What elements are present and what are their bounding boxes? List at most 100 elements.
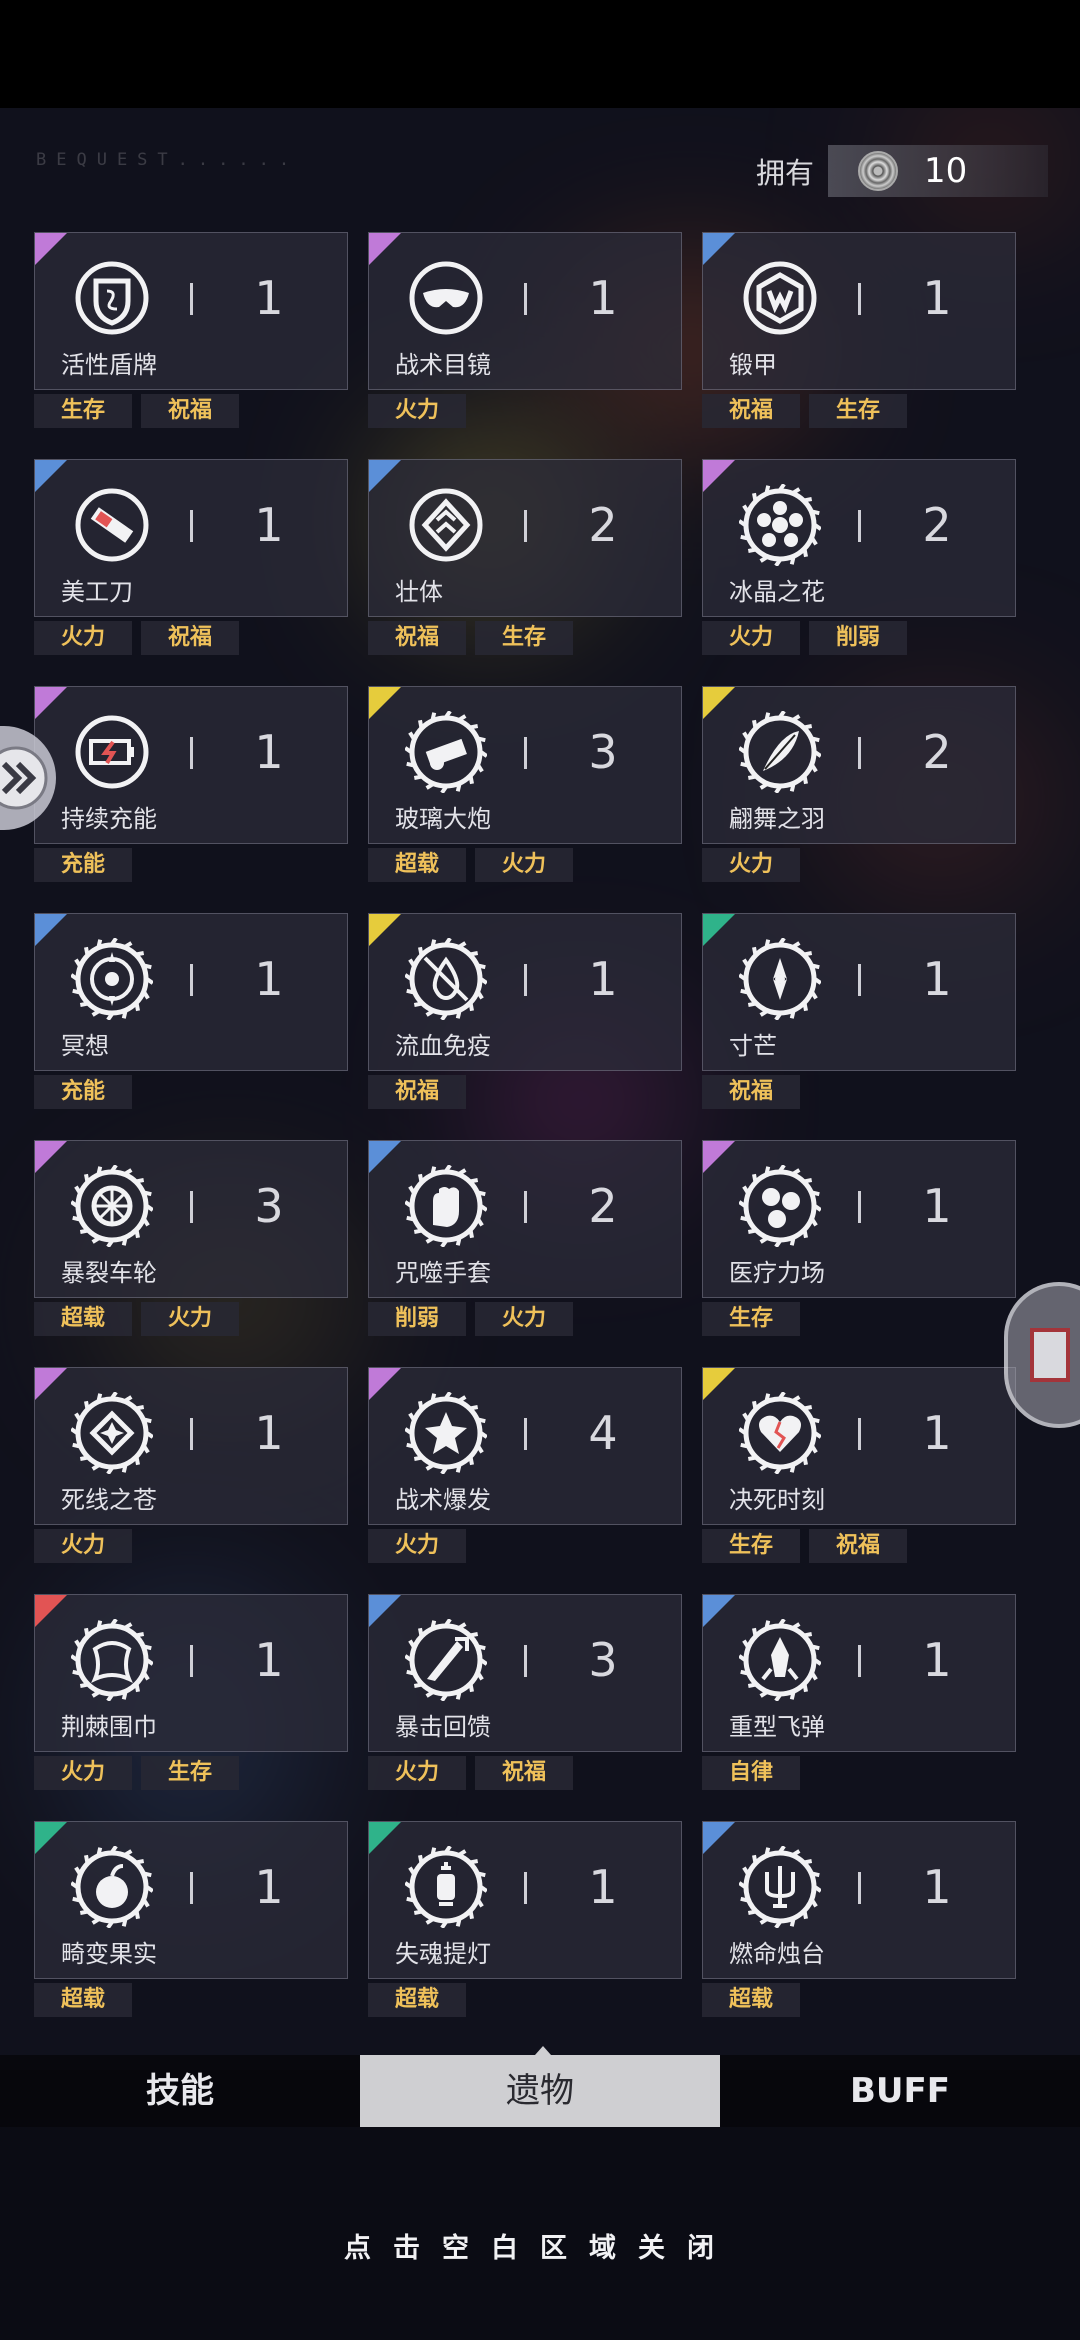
spike-icon	[739, 938, 821, 1020]
relic-card[interactable]: 3 暴击回馈 火力 祝福	[368, 1594, 682, 1790]
relic-card[interactable]: 1 死线之苍 火力	[34, 1367, 348, 1563]
relic-card[interactable]: 1 决死时刻 生存 祝福	[702, 1367, 1016, 1563]
count-divider	[524, 283, 527, 315]
own-label: 拥有	[756, 156, 815, 190]
tab-buff[interactable]: BUFF	[720, 2055, 1080, 2127]
relic-tags: 超载	[368, 1983, 475, 2017]
relic-name: 暴裂车轮	[61, 1259, 157, 1287]
relic-card-body: 2 翩舞之羽	[702, 686, 1016, 844]
relic-card[interactable]: 1 冥想 充能	[34, 913, 348, 1109]
count-divider	[858, 510, 861, 542]
relic-card[interactable]: 1 燃命烛台 超载	[702, 1821, 1016, 2017]
relic-tags: 超载 火力	[34, 1302, 248, 1336]
relic-tag: 自律	[702, 1756, 800, 1790]
relic-card[interactable]: 2 冰晶之花 火力 削弱	[702, 459, 1016, 655]
crit-feedback-icon	[405, 1619, 487, 1701]
relic-card-body: 3 暴击回馈	[368, 1594, 682, 1752]
count-divider	[858, 1872, 861, 1904]
meditation-icon	[71, 938, 153, 1020]
diamond-chevron-icon	[409, 488, 483, 562]
count-divider	[190, 1191, 193, 1223]
relic-count: 1	[254, 725, 284, 779]
relic-card[interactable]: 1 锻甲 祝福 生存	[702, 232, 1016, 428]
relic-count: 1	[922, 952, 952, 1006]
relic-card[interactable]: 2 翩舞之羽 火力	[702, 686, 1016, 882]
relic-card[interactable]: 2 咒噬手套 削弱 火力	[368, 1140, 682, 1336]
relic-tags: 火力 祝福	[368, 1756, 582, 1790]
count-divider	[190, 964, 193, 996]
relic-tag: 火力	[368, 1756, 466, 1790]
relic-tags: 火力	[34, 1529, 141, 1563]
relic-card[interactable]: 3 玻璃大炮 超载 火力	[368, 686, 682, 882]
top-status-area	[0, 0, 1080, 108]
currency-box: 10	[828, 145, 1048, 197]
relic-card-body: 3 暴裂车轮	[34, 1140, 348, 1298]
relic-tags: 火力 生存	[34, 1756, 248, 1790]
relic-card-body: 1 持续充能	[34, 686, 348, 844]
rarity-marker	[369, 460, 401, 492]
relic-card[interactable]: 1 战术目镜 火力	[368, 232, 682, 428]
relic-tags: 生存	[702, 1302, 809, 1336]
ice-flower-icon	[739, 484, 821, 566]
relic-card[interactable]: 2 壮体 祝福 生存	[368, 459, 682, 655]
double-chevron-right-icon	[0, 746, 48, 810]
blood-immune-icon	[405, 938, 487, 1020]
relic-name: 战术目镜	[395, 351, 491, 379]
rarity-marker	[703, 1595, 735, 1627]
relic-tags: 自律	[702, 1756, 809, 1790]
relic-card-body: 1 重型飞弹	[702, 1594, 1016, 1752]
relic-card[interactable]: 1 寸芒 祝福	[702, 913, 1016, 1109]
count-divider	[524, 510, 527, 542]
relic-tags: 充能	[34, 848, 141, 882]
relic-tag: 超载	[368, 848, 466, 882]
relic-count: 3	[588, 725, 618, 779]
relic-card[interactable]: 1 活性盾牌 生存 祝福	[34, 232, 348, 428]
relic-card[interactable]: 1 畸变果实 超载	[34, 1821, 348, 2017]
relic-card[interactable]: 1 重型飞弹 自律	[702, 1594, 1016, 1790]
rarity-marker	[703, 1822, 735, 1854]
relic-name: 壮体	[395, 578, 443, 606]
relic-tag: 充能	[34, 848, 132, 882]
cannon-icon	[405, 711, 487, 793]
relic-count: 1	[922, 1860, 952, 1914]
relic-card-body: 2 咒噬手套	[368, 1140, 682, 1298]
relic-tag: 祝福	[809, 1529, 907, 1563]
relic-card-body: 1 决死时刻	[702, 1367, 1016, 1525]
relic-tag: 超载	[34, 1302, 132, 1336]
relic-card[interactable]: 1 失魂提灯 超载	[368, 1821, 682, 2017]
relic-name: 美工刀	[61, 578, 133, 606]
relic-card[interactable]: 1 流血免疫 祝福	[368, 913, 682, 1109]
relic-name: 持续充能	[61, 805, 157, 833]
relic-card[interactable]: 1 持续充能 充能	[34, 686, 348, 882]
rarity-marker	[369, 1595, 401, 1627]
relic-name: 畸变果实	[61, 1940, 157, 1968]
relic-tag: 火力	[34, 1529, 132, 1563]
tab-bar: 技能 遗物 BUFF	[0, 2055, 1080, 2127]
relic-card[interactable]: 1 美工刀 火力 祝福	[34, 459, 348, 655]
expand-side-button[interactable]	[0, 726, 56, 830]
active-tab-indicator	[535, 2046, 551, 2055]
relic-tags: 火力 削弱	[702, 621, 916, 655]
floating-book-button[interactable]	[1004, 1282, 1080, 1428]
relic-tags: 超载	[34, 1983, 141, 2017]
missile-icon	[739, 1619, 821, 1701]
relic-card-body: 2 冰晶之花	[702, 459, 1016, 617]
relic-name: 咒噬手套	[395, 1259, 491, 1287]
armor-icon	[743, 261, 817, 335]
relic-tag: 火力	[34, 621, 132, 655]
relic-card[interactable]: 1 医疗力场 生存	[702, 1140, 1016, 1336]
goggles-icon	[409, 261, 483, 335]
relic-card-body: 1 战术目镜	[368, 232, 682, 390]
relic-card[interactable]: 4 战术爆发 火力	[368, 1367, 682, 1563]
relic-tags: 火力	[368, 1529, 475, 1563]
tab-relics[interactable]: 遗物	[360, 2055, 720, 2127]
close-hint[interactable]: 点击空白区域关闭	[0, 2226, 1080, 2265]
tab-skills[interactable]: 技能	[0, 2055, 360, 2127]
relic-count: 1	[922, 1179, 952, 1233]
relic-tags: 火力	[368, 394, 475, 428]
relic-card[interactable]: 1 荆棘围巾 火力 生存	[34, 1594, 348, 1790]
relic-tag: 削弱	[368, 1302, 466, 1336]
rarity-marker	[35, 233, 67, 265]
relic-card[interactable]: 3 暴裂车轮 超载 火力	[34, 1140, 348, 1336]
rarity-marker	[369, 914, 401, 946]
